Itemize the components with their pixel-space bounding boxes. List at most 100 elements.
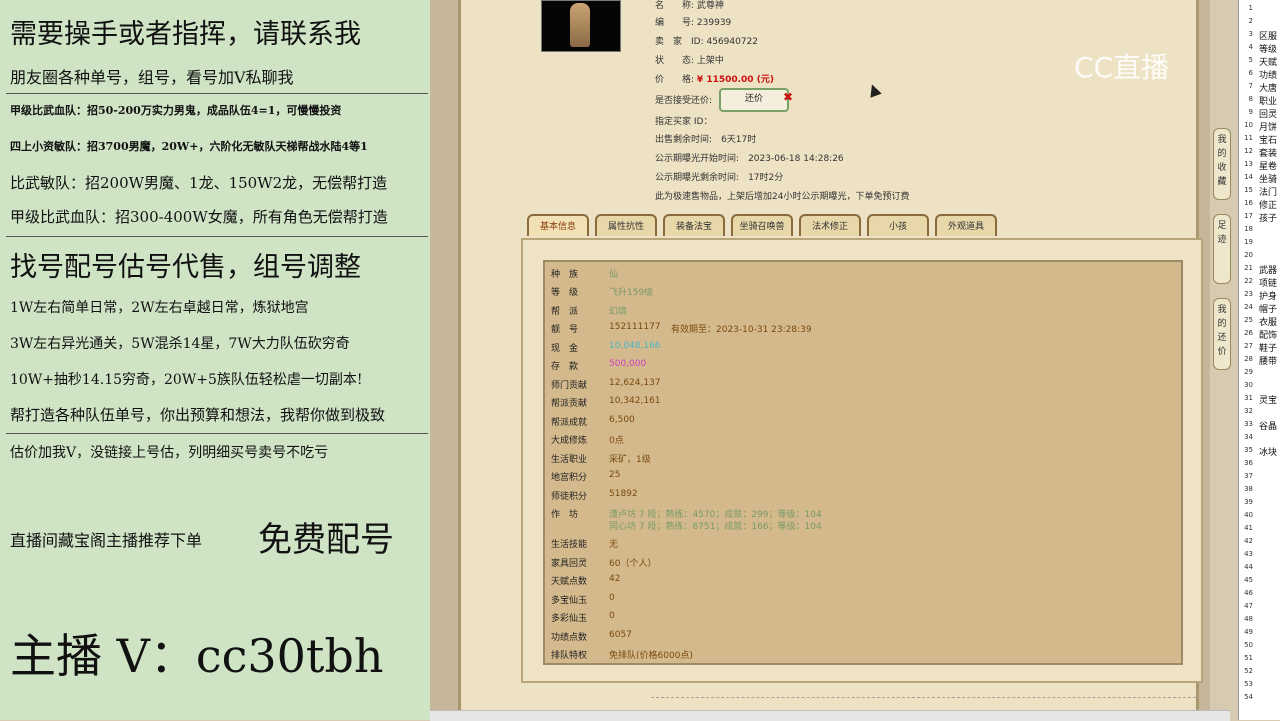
sheet-cell[interactable]: 星卷 [1259, 159, 1277, 172]
divider [6, 93, 428, 94]
sheet-row-number: 53 [1244, 680, 1253, 688]
tab-basic-info[interactable]: 基本信息 [527, 214, 589, 236]
sheet-cell[interactable]: 坐骑 [1259, 172, 1277, 185]
sheet-cell[interactable]: 项链 [1259, 276, 1277, 289]
sheet-cell[interactable]: 冰块 [1259, 445, 1277, 458]
sheet-cell[interactable]: 修正 [1259, 198, 1277, 211]
sheet-cell[interactable]: 法门 [1259, 185, 1277, 198]
sheet-row-number: 40 [1244, 511, 1253, 519]
promo-line: 甲级比武血队：招50-200万实力男鬼，成品队伍4=1，可慢慢投资 [10, 104, 342, 117]
seller-row: 卖 家 ID: 456940722 [655, 37, 759, 47]
sheet-cell[interactable]: 回灵 [1259, 107, 1277, 120]
counter-offer-label: 是否接受还价: [655, 96, 713, 106]
promo-panel: 需要操手或者指挥，请联系我 朋友圈各种单号，组号，看号加V私聊我 甲级比武血队：… [0, 0, 430, 720]
my-counter-offers-button[interactable]: 我的还价 [1213, 298, 1231, 370]
sheet-row-number: 19 [1244, 238, 1253, 246]
sheet-row-number: 16 [1244, 199, 1253, 207]
sheet-row-number: 18 [1244, 225, 1253, 233]
spreadsheet-panel[interactable]: 1 2 3 4 5 6 7 8 9 10 11 12 13 14 15 16 17 18 19 20 21 22 23 24 2… [1238, 0, 1280, 720]
divider [651, 697, 1201, 698]
sheet-cell[interactable]: 套装 [1259, 146, 1277, 159]
sheet-row-number: 46 [1244, 589, 1253, 597]
sheet-cell[interactable]: 等级 [1259, 42, 1277, 55]
sheet-cell[interactable]: 大唐 [1259, 81, 1277, 94]
sheet-row-number: 34 [1244, 433, 1253, 441]
sheet-cell[interactable]: 月饼 [1259, 120, 1277, 133]
promo-line: 10W+抽秒14.15穷奇，20W+5族队伍轻松虐一切副本! [10, 372, 363, 388]
tab-equipment[interactable]: 装备法宝 [663, 214, 725, 236]
sheet-cell[interactable]: 帽子 [1259, 302, 1277, 315]
sheet-row-number: 38 [1244, 485, 1253, 493]
promo-line: 直播间藏宝阁主播推荐下单 [10, 531, 203, 550]
promo-line: 3W左右异光通关，5W混杀14星，7W大力队伍砍穷奇 [10, 336, 350, 352]
name-row: 名 称: 武尊神 [655, 1, 724, 11]
id-row: 编 号: 239939 [655, 18, 732, 28]
sheet-row-number: 17 [1244, 212, 1253, 220]
sheet-row-number: 30 [1244, 381, 1253, 389]
sheet-row-number: 1 [1248, 4, 1253, 12]
sheet-row-number: 25 [1244, 316, 1253, 324]
sheet-cell[interactable]: 天赋 [1259, 55, 1277, 68]
sheet-row-number: 8 [1248, 95, 1253, 103]
basic-info-panel: 种 族仙 等 级飞升159级 帮 派幻境 靓 号 152111177 有效期至：20… [521, 238, 1203, 683]
sheet-row-number: 33 [1244, 420, 1253, 428]
tab-children[interactable]: 小孩 [867, 214, 929, 236]
sheet-cell[interactable]: 灵宝 [1259, 393, 1277, 406]
promo-line: 朋友圈各种单号，组号，看号加V私聊我 [10, 68, 294, 87]
sheet-cell[interactable]: 配饰 [1259, 328, 1277, 341]
sheet-cell[interactable]: 谷晶 [1259, 419, 1277, 432]
sheet-row-number: 3 [1248, 30, 1253, 38]
sheet-row-number: 10 [1244, 121, 1253, 129]
sheet-cell[interactable]: 护身 [1259, 289, 1277, 302]
sheet-row-number: 54 [1244, 693, 1253, 701]
buyer-row: 指定买家 ID： [655, 117, 713, 127]
sheet-cell[interactable]: 功绩 [1259, 68, 1277, 81]
sheet-cell[interactable]: 区服 [1259, 29, 1277, 42]
promo-line: 比武敏队：招200W男魔、1龙、150W2龙，无偿帮打造 [10, 174, 388, 192]
pub-remain-row: 公示期曝光剩余时间: 17时2分 [655, 173, 784, 183]
sheet-row-number: 44 [1244, 563, 1253, 571]
sheet-row-number: 50 [1244, 641, 1253, 649]
horizontal-scrollbar[interactable] [430, 710, 1230, 721]
sheet-row-number: 13 [1244, 160, 1253, 168]
sheet-cell[interactable]: 孩子 [1259, 211, 1277, 224]
sheet-row-number: 43 [1244, 550, 1253, 558]
pub-start-row: 公示期曝光开始时间: 2023-06-18 14:28:26 [655, 154, 844, 164]
sheet-cell[interactable]: 衣服 [1259, 315, 1277, 328]
footprints-button[interactable]: 足迹 [1213, 214, 1231, 284]
sheet-row-number: 22 [1244, 277, 1253, 285]
promo-line: 估价加我V，没链接上号估，列明细买号卖号不吃亏 [10, 445, 329, 461]
sheet-row-number: 36 [1244, 459, 1253, 467]
sheet-cell[interactable]: 鞋子 [1259, 341, 1277, 354]
sheet-row-number: 41 [1244, 524, 1253, 532]
sheet-cell[interactable]: 武器 [1259, 263, 1277, 276]
sheet-row-number: 49 [1244, 628, 1253, 636]
sheet-row-number: 14 [1244, 173, 1253, 181]
listing-content: 名 称: 武尊神 编 号: 239939 卖 家 ID: 456940722 状… [458, 0, 1203, 712]
streamer-contact: 主播 V：cc30tbh [10, 629, 384, 683]
sheet-cell[interactable]: 宝石 [1259, 133, 1277, 146]
sheet-row-number: 7 [1248, 82, 1253, 90]
sheet-row-number: 27 [1244, 342, 1253, 350]
sheet-row-number: 47 [1244, 602, 1253, 610]
listing-page: 名 称: 武尊神 编 号: 239939 卖 家 ID: 456940722 状… [430, 0, 1210, 720]
tab-appearance[interactable]: 外观道具 [935, 214, 997, 236]
promo-line: 免费配号 [258, 520, 394, 560]
sheet-row-number: 31 [1244, 394, 1253, 402]
sheet-row-number: 28 [1244, 355, 1253, 363]
tab-mounts-pets[interactable]: 坐骑召唤兽 [731, 214, 793, 236]
tab-attributes[interactable]: 属性抗性 [595, 214, 657, 236]
promo-line: 甲级比武血队：招300-400W女魔，所有角色无偿帮打造 [10, 208, 388, 226]
my-favorites-button[interactable]: 我的收藏 [1213, 128, 1231, 200]
counter-offer-button[interactable]: 还价 [719, 88, 789, 112]
basic-info-table: 种 族仙 等 级飞升159级 帮 派幻境 靓 号 152111177 有效期至：20… [543, 260, 1183, 665]
divider [6, 433, 428, 434]
promo-line: 帮打造各种队伍单号，你出预算和想法，我帮你做到极致 [10, 406, 386, 424]
sheet-row-number: 51 [1244, 654, 1253, 662]
remain-row: 出售剩余时间: 6天17时 [655, 135, 757, 145]
sheet-cell[interactable]: 腰带 [1259, 354, 1277, 367]
sheet-row-number: 9 [1248, 108, 1253, 116]
sheet-cell[interactable]: 职业 [1259, 94, 1277, 107]
status-row: 状 态: 上架中 [655, 56, 724, 66]
tab-spells[interactable]: 法术修正 [799, 214, 861, 236]
